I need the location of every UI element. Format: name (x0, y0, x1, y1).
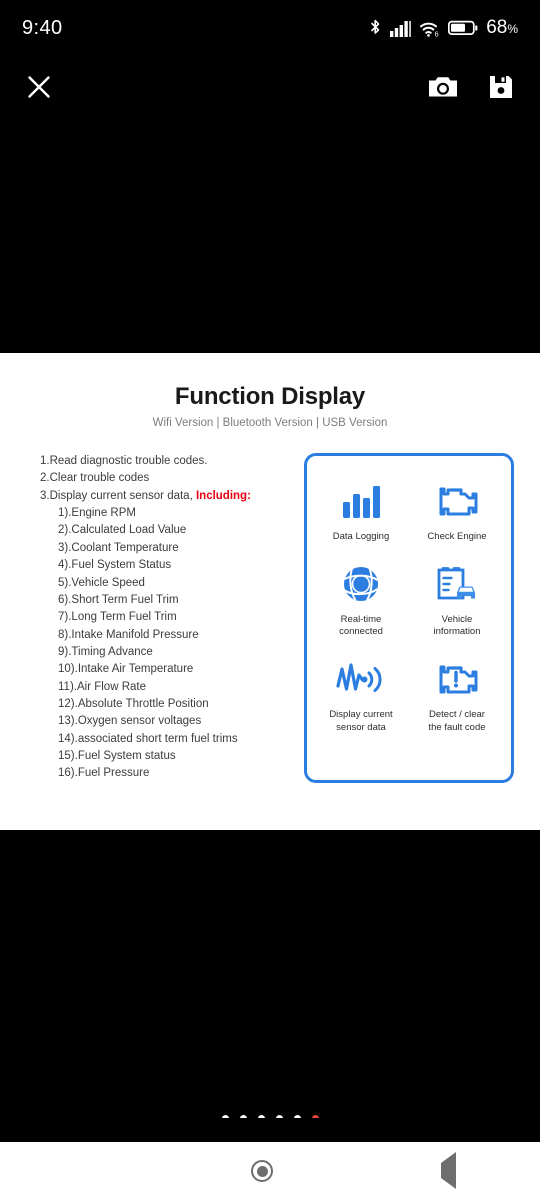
image-viewer[interactable]: Function Display Wifi Version | Bluetoot… (0, 118, 540, 1118)
save-icon (488, 76, 514, 103)
svg-text:6: 6 (435, 29, 439, 37)
status-time: 9:40 (22, 16, 63, 39)
feature-sub-item: 10).Intake Air Temperature (58, 663, 194, 676)
feature-main-item: 2.Clear trouble codes (40, 472, 150, 485)
page-dot[interactable] (239, 1114, 247, 1118)
feature-tile-label: Detect / clear the fault code (428, 709, 486, 733)
page-dot[interactable] (275, 1114, 283, 1118)
feature-sub-item: 5).Vehicle Speed (58, 576, 145, 589)
feature-tile-label: Data Logging (332, 531, 390, 542)
back-button[interactable] (407, 1152, 490, 1189)
feature-tile-detect-clear-fault[interactable]: Detect / clear the fault code (409, 656, 505, 733)
toolbar-actions (428, 74, 514, 100)
status-bar: 9:40 6 68% (0, 0, 540, 56)
feature-emphasis: Including: (195, 489, 251, 502)
feature-tile-display-sensor-data[interactable]: Display current sensor data (313, 656, 409, 733)
feature-sub-item: 9).Timing Advance (58, 645, 153, 658)
feature-sub-item: 8).Intake Manifold Pressure (58, 628, 199, 641)
save-button[interactable] (488, 74, 514, 100)
feature-sub-item: 15).Fuel System status (58, 750, 176, 763)
globe-network-icon (340, 561, 382, 607)
page-dot[interactable] (221, 1114, 229, 1118)
page-indicator (0, 1108, 540, 1118)
camera-icon (428, 77, 458, 103)
feature-tile-label: Real-time connected (339, 614, 383, 638)
feature-tile-data-logging[interactable]: Data Logging (313, 478, 409, 543)
feature-list: 1.Read diagnostic trouble codes. 2.Clear … (40, 453, 290, 783)
feature-sub-item: 14).associated short term fuel trims (58, 732, 238, 745)
recents-button[interactable] (50, 1161, 118, 1181)
feature-tile-check-engine[interactable]: Check Engine (409, 478, 505, 543)
check-engine-icon (433, 478, 481, 524)
feature-tile-vehicle-information[interactable]: Vehicle information (409, 561, 505, 638)
page-dot[interactable] (257, 1114, 265, 1118)
page-dot[interactable] (293, 1114, 301, 1118)
engine-alert-icon (433, 656, 481, 702)
page-title: Function Display (174, 383, 366, 410)
wifi-6-icon: 6 (419, 20, 440, 37)
feature-sub-item: 11).Air Flow Rate (58, 680, 146, 693)
bluetooth-icon (369, 19, 382, 38)
feature-tile-realtime-connected[interactable]: Real-time connected (313, 561, 409, 638)
close-button[interactable] (26, 74, 52, 100)
feature-sub-item: 2).Calculated Load Value (58, 524, 187, 537)
feature-tile-label: Display current sensor data (329, 709, 393, 733)
feature-sub-item: 13).Oxygen sensor voltages (58, 715, 202, 728)
feature-sub-item: 7).Long Term Fuel Trim (58, 611, 177, 624)
feature-sub-item: 1).Engine RPM (58, 507, 136, 520)
feature-tile-label: Check Engine (427, 531, 487, 542)
feature-tile-label: Vehicle information (433, 614, 481, 638)
icon-panel: Data Logging Check Engine Real-time conn… (304, 453, 514, 783)
feature-sub-item: 12).Absolute Throttle Position (58, 698, 209, 711)
battery-percent: 68% (486, 17, 518, 38)
feature-text: 3.Display current sensor data, (40, 489, 196, 502)
android-nav-bar (0, 1142, 540, 1200)
status-indicators: 6 68% (369, 17, 518, 39)
triangle-back-icon (441, 1152, 457, 1189)
feature-sub-item: 4).Fuel System Status (58, 559, 172, 572)
page-dot-active[interactable] (311, 1114, 319, 1118)
feature-sub-item: 16).Fuel Pressure (58, 767, 150, 780)
clipboard-car-icon (434, 561, 480, 607)
camera-button[interactable] (428, 74, 458, 100)
icon-grid: Data Logging Check Engine Real-time conn… (313, 478, 505, 734)
feature-sub-item: 3).Coolant Temperature (58, 541, 179, 554)
viewer-toolbar (0, 56, 540, 118)
feature-main-item: 3.Display current sensor data, Including… (40, 488, 290, 505)
phone-screen: 9:40 6 68% Function Display Wifi Version… (0, 0, 540, 1200)
sensor-waveform-signal-icon (336, 656, 386, 702)
bar-chart-icon (339, 478, 383, 524)
cellular-signal-icon (390, 20, 411, 37)
close-icon (26, 76, 52, 103)
page-subtitle: Wifi Version | Bluetooth Version | USB V… (152, 417, 388, 429)
product-image: Function Display Wifi Version | Bluetoot… (0, 353, 540, 830)
home-button[interactable] (217, 1150, 307, 1192)
battery-icon (448, 20, 478, 36)
feature-sub-item: 6).Short Term Fuel Trim (58, 593, 179, 606)
feature-main-item: 1.Read diagnostic trouble codes. (40, 455, 208, 467)
circle-icon (251, 1160, 274, 1182)
content-row: 1.Read diagnostic trouble codes. 2.Clear … (0, 453, 540, 783)
